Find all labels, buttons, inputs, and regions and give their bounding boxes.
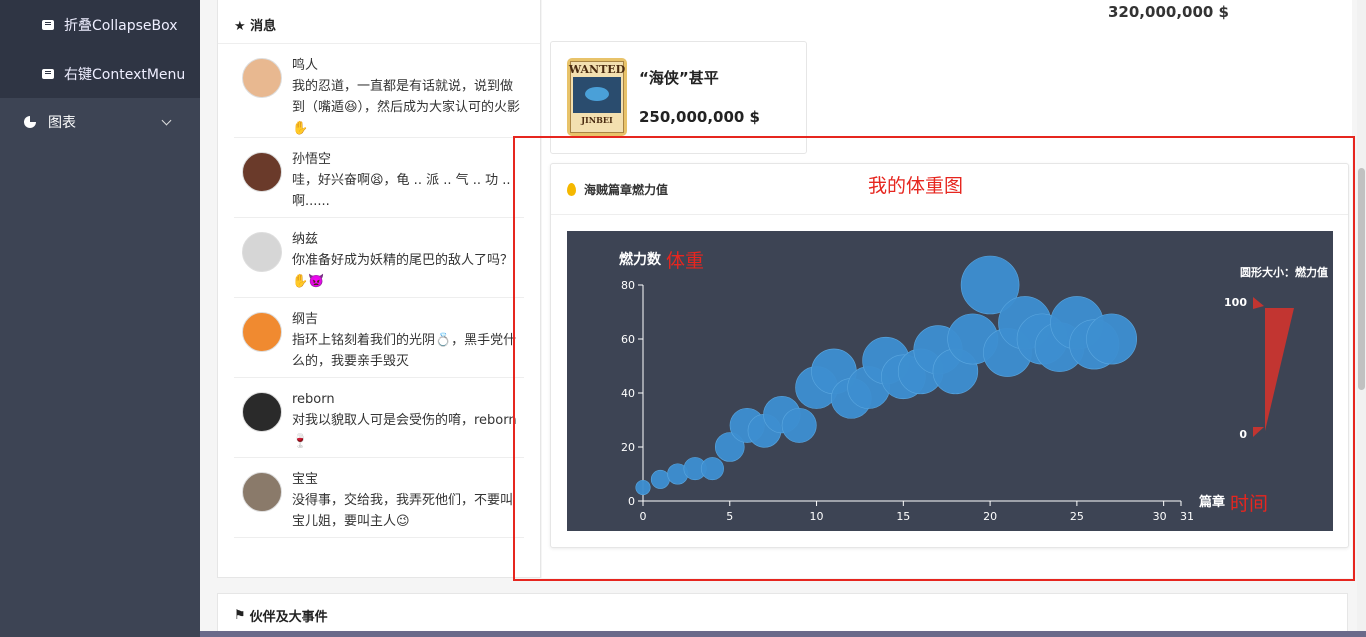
avatar: [242, 392, 282, 432]
message-item[interactable]: 孙悟空哇，好兴奋啊😫，龟 .. 派 .. 气 .. 功 .. 啊......: [234, 138, 524, 218]
sidebar-item-label: 图表: [48, 115, 76, 131]
message-item[interactable]: reborn 对我以貌取人可是会受伤的唷，reborn🍷: [234, 378, 524, 458]
messages-title: ★ 消息: [218, 0, 540, 44]
message-sender: reborn: [292, 392, 335, 407]
message-text: 对我以貌取人可是会受伤的唷，reborn🍷: [292, 413, 517, 449]
wanted-poster: WANTED JINBEI: [567, 58, 627, 136]
annotation-frame: [513, 136, 1355, 581]
message-text: 哇，好兴奋啊😫，龟 .. 派 .. 气 .. 功 .. 啊......: [292, 173, 511, 209]
sidebar-item-contextmenu[interactable]: 右键ContextMenu: [0, 49, 200, 98]
poster-title: WANTED: [568, 63, 626, 76]
partners-title: 伙伴及大事件: [249, 609, 328, 625]
message-list: 鸣人 我的忍道，一直都是有话就说，说到做到（嘴遁😆），然后成为大家认可的火影✋ 孙悟…: [218, 44, 540, 538]
message-text: 我的忍道，一直都是有话就说，说到做到（嘴遁😆），然后成为大家认可的火影✋: [292, 79, 521, 136]
message-icon: [42, 68, 54, 79]
bounty-price: 320,000,000 $: [1108, 3, 1229, 21]
scrollbar[interactable]: [1357, 0, 1366, 637]
message-text: 指环上铭刻着我们的光阴💍，黑手党什么的，我要亲手毁灭: [292, 333, 517, 369]
scrollbar-thumb[interactable]: [1358, 168, 1365, 390]
sidebar-item-label: 折叠CollapseBox: [64, 17, 178, 34]
sidebar-item-charts[interactable]: 图表: [0, 98, 200, 146]
avatar: [242, 472, 282, 512]
annotation-time: 时间: [1230, 493, 1269, 515]
message-text: 你准备好成为妖精的尾巴的敌人了吗？✋👿: [292, 253, 514, 289]
message-sender: 纳兹: [292, 232, 319, 247]
flag-icon: ⚑: [234, 607, 246, 623]
message-icon: [42, 19, 54, 30]
taskbar-strip: [200, 631, 1366, 637]
main-content: 320,000,000 $ ★ 消息 鸣人我的忍道，一直都是有话就说，说到做到（…: [200, 0, 1366, 637]
annotation-weight: 体重: [666, 250, 705, 272]
message-item[interactable]: 鸣人我的忍道，一直都是有话就说，说到做到（嘴遁😆），然后成为大家认可的火影✋: [234, 44, 524, 138]
message-sender: 纲吉: [292, 312, 319, 327]
message-sender: 孙悟空: [292, 152, 332, 167]
chevron-down-icon: [161, 115, 172, 125]
avatar: [242, 312, 282, 352]
avatar: [242, 152, 282, 192]
card-price: 250,000,000 $: [639, 108, 760, 126]
message-item[interactable]: 纲吉指环上铭刻着我们的光阴💍，黑手党什么的，我要亲手毁灭: [234, 298, 524, 378]
message-item[interactable]: 宝宝没得事，交给我，我弄死他们，不要叫宝儿姐，要叫主人😉: [234, 458, 524, 538]
sidebar-item-label: 右键ContextMenu: [64, 66, 186, 83]
annotation-weight-chart: 我的体重图: [868, 175, 964, 197]
sidebar-item-collapsebox[interactable]: 折叠CollapseBox: [0, 0, 200, 49]
message-sender: 宝宝: [292, 472, 319, 487]
poster-picture: [573, 77, 621, 113]
pie-chart-icon: [24, 116, 36, 128]
sidebar: 折叠CollapseBox 右键ContextMenu 图表: [0, 0, 200, 637]
message-text: 没得事，交给我，我弄死他们，不要叫宝儿姐，要叫主人😉: [292, 493, 514, 529]
avatar: [242, 232, 282, 272]
card-title: “海侠”甚平: [639, 69, 719, 87]
messages-panel: ★ 消息 鸣人我的忍道，一直都是有话就说，说到做到（嘴遁😆），然后成为大家认可的…: [217, 0, 541, 578]
poster-name: JINBEI: [581, 115, 613, 125]
message-item[interactable]: 纳兹你准备好成为妖精的尾巴的敌人了吗？✋👿: [234, 218, 524, 298]
avatar: [242, 58, 282, 98]
message-sender: 鸣人: [292, 58, 319, 73]
